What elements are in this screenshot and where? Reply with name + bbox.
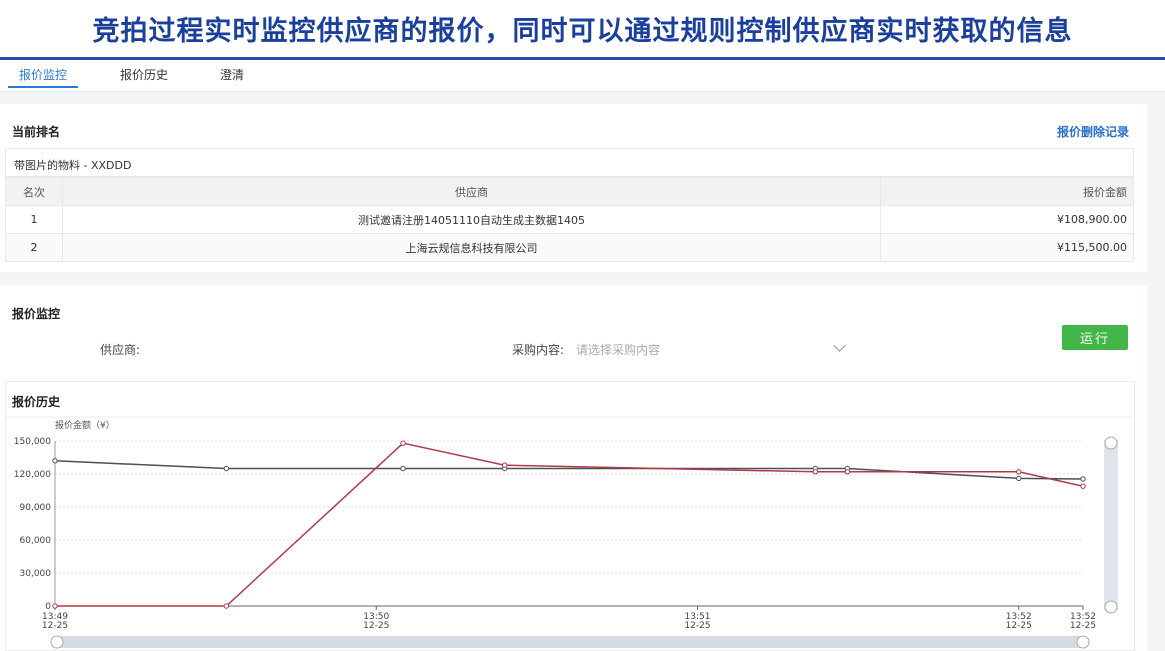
tab-bid-monitor[interactable]: 报价监控	[8, 66, 78, 88]
x-tick-date: 12-25	[1006, 621, 1032, 631]
table-header-row: 名次 供应商 报价金额	[5, 177, 1134, 206]
banner: 竞拍过程实时监控供应商的报价，同时可以通过规则控制供应商实时获取的信息	[0, 0, 1165, 60]
history-title: 报价历史	[12, 395, 61, 409]
supplier-cell: 测试邀请注册14051110自动生成主数据1405	[62, 205, 881, 234]
tab-bar: 报价监控 报价历史 澄清	[0, 60, 1165, 92]
supplier-label: 供应商:	[100, 343, 141, 357]
y-tick-label: 90,000	[20, 503, 52, 513]
data-point	[223, 603, 230, 609]
zoom-handle-bottom[interactable]	[1104, 600, 1118, 614]
data-point	[1080, 476, 1086, 482]
y-tick-label: 60,000	[20, 536, 52, 546]
x-tick-date: 12-25	[1070, 621, 1096, 631]
data-point	[1080, 483, 1086, 489]
delete-record-link[interactable]: 报价删除记录	[1057, 123, 1129, 140]
zoom-handle-right[interactable]	[1076, 635, 1090, 649]
banner-title: 竞拍过程实时监控供应商的报价，同时可以通过规则控制供应商实时获取的信息	[92, 16, 1073, 47]
y-tick-label: 0	[45, 602, 51, 612]
data-point	[400, 465, 406, 472]
content-label: 采购内容:	[512, 343, 565, 357]
y-tick-label: 150,000	[14, 437, 51, 447]
y-tick-label: 120,000	[14, 470, 51, 480]
col-amount: 报价金额	[880, 177, 1134, 206]
data-point	[502, 462, 508, 468]
data-point	[812, 469, 818, 475]
rank-cell: 2	[5, 233, 63, 262]
data-point	[1016, 475, 1022, 482]
data-point	[223, 465, 230, 472]
amount-cell: ¥108,900.00	[880, 205, 1134, 234]
ranking-title: 当前排名	[12, 125, 61, 139]
tab-clarification[interactable]: 澄清	[220, 66, 244, 88]
ranking-table: 名次 供应商 报价金额 1 测试邀请注册14051110自动生成主数据1405 …	[5, 177, 1134, 262]
data-point	[1016, 469, 1022, 475]
data-point	[400, 440, 406, 446]
horizontal-zoom-track[interactable]	[55, 636, 1085, 648]
data-point	[844, 469, 851, 475]
monitor-title: 报价监控	[12, 307, 61, 321]
data-point	[52, 458, 58, 464]
y-axis-label: 报价金额（¥）	[55, 419, 115, 431]
series-line	[54, 460, 1084, 480]
supplier-cell: 上海云规信息科技有限公司	[62, 233, 881, 262]
x-tick-date: 12-25	[363, 621, 389, 631]
col-rank: 名次	[5, 177, 63, 206]
zoom-handle-top[interactable]	[1104, 436, 1118, 450]
rank-cell: 1	[5, 205, 63, 234]
run-button[interactable]: 运行	[1062, 325, 1128, 350]
content-select[interactable]: 请选择采购内容	[576, 341, 851, 359]
bid-history-chart: 报价金额（¥） 150,000 120,000 90,000 60,000 30,000…	[5, 416, 1135, 649]
x-tick-date: 12-25	[42, 621, 68, 631]
zoom-handle-left[interactable]	[50, 635, 64, 649]
vertical-zoom-track[interactable]	[1104, 440, 1118, 610]
table-row: 2 上海云规信息科技有限公司 ¥115,500.00	[5, 233, 1134, 262]
amount-cell: ¥115,500.00	[880, 233, 1134, 262]
y-tick-label: 30,000	[20, 569, 52, 579]
material-name: 带图片的物料 - XXDDD	[5, 148, 1134, 177]
tab-bid-history[interactable]: 报价历史	[120, 66, 168, 88]
x-tick-date: 12-25	[684, 621, 710, 631]
col-supplier: 供应商	[62, 177, 881, 206]
data-point	[52, 603, 58, 609]
table-row: 1 测试邀请注册14051110自动生成主数据1405 ¥108,900.00	[5, 205, 1134, 234]
